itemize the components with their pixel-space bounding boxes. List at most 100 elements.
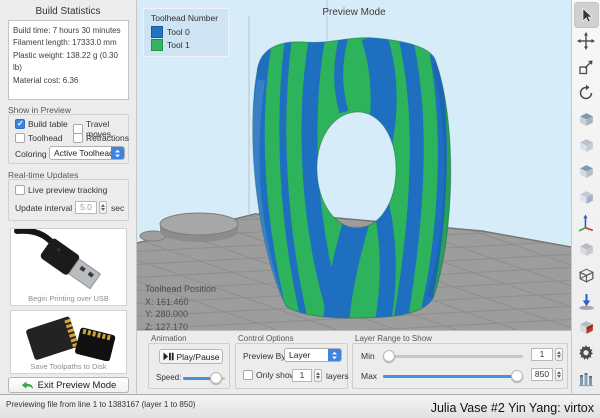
playback-controls-panel: Animation Play/Pause Speed: Control Opti…: [137, 330, 571, 394]
checkbox-live-preview-tracking[interactable]: Live preview tracking: [15, 185, 107, 195]
checkbox-icon[interactable]: [15, 185, 25, 195]
place-on-bed[interactable]: [574, 288, 599, 314]
checkbox-icon[interactable]: [15, 133, 25, 143]
status-bar: Previewing file from line 1 to 1383167 (…: [0, 394, 600, 418]
coloring-label: Coloring: [15, 149, 47, 159]
preview-by-dropdown[interactable]: Layer: [284, 348, 342, 362]
checkbox-icon[interactable]: [15, 119, 25, 129]
speed-label: Speed:: [156, 373, 181, 382]
min-layer-stepper[interactable]: [555, 348, 563, 361]
save-toolpaths-disk-button[interactable]: Save Toolpaths to Disk: [10, 310, 127, 374]
view-toolbar: [571, 0, 600, 394]
only-show-field[interactable]: 1: [292, 369, 312, 382]
checkbox-icon[interactable]: [73, 133, 83, 143]
checkbox-retractions[interactable]: Retractions: [73, 133, 129, 143]
move-view-tool[interactable]: [574, 28, 599, 54]
legend-item-tool1: Tool 1: [151, 39, 218, 51]
dropdown-arrows-icon: [328, 349, 341, 361]
update-interval-stepper[interactable]: [99, 201, 107, 214]
play-pause-label: Play/Pause: [177, 352, 220, 362]
sd-card-image: [11, 311, 126, 361]
axes-icon: [577, 214, 596, 233]
view-side[interactable]: [574, 184, 599, 210]
stat-build-time: Build time: 7 hours 30 minutes: [13, 25, 126, 37]
max-layer-field[interactable]: 850: [531, 368, 553, 381]
view-front[interactable]: [574, 132, 599, 158]
only-show-label: Only show: [256, 370, 296, 380]
rotate-view-tool[interactable]: [574, 80, 599, 106]
update-interval-field[interactable]: 5.0: [75, 201, 97, 214]
cursor-icon: [577, 6, 595, 24]
tool1-label: Tool 1: [167, 40, 190, 50]
max-slider-thumb[interactable]: [511, 370, 523, 382]
control-options-group: Preview By Layer Only show 1 layers: [235, 343, 348, 389]
settings[interactable]: [574, 340, 599, 366]
min-label: Min: [361, 351, 375, 361]
gear-icon: [577, 344, 595, 362]
toolhead-legend: Toolhead Number Tool 0 Tool 1: [143, 8, 229, 57]
toolhead-position-readout: Toolhead Position X: 161.460 Y: 280.000 …: [145, 283, 216, 330]
cross-section-icon: [577, 318, 596, 337]
speed-slider[interactable]: [183, 377, 225, 380]
support-structures[interactable]: [574, 366, 599, 392]
wireframe-render[interactable]: [574, 262, 599, 288]
checkbox-toolhead[interactable]: Toolhead: [15, 133, 63, 143]
tool0-color-swatch: [151, 26, 163, 38]
checkbox-label: Build table: [28, 119, 68, 129]
layer-range-group: Min 1 Max 850: [352, 343, 568, 389]
max-layer-stepper[interactable]: [555, 368, 563, 381]
max-label: Max: [361, 371, 377, 381]
legend-title: Toolhead Number: [151, 13, 218, 23]
checkbox-build-table[interactable]: Build table: [15, 119, 68, 129]
move-arrows-icon: [577, 32, 595, 50]
min-layer-slider[interactable]: [383, 355, 523, 358]
show-in-preview-group: Build table Travel moves Toolhead Retrac…: [8, 114, 129, 164]
coloring-value: Active Toolhead: [50, 148, 111, 158]
dropdown-arrows-icon: [111, 147, 124, 159]
stat-material-cost: Material cost: 6.36: [13, 75, 126, 87]
max-slider-fill: [383, 375, 517, 378]
view-top[interactable]: [574, 158, 599, 184]
view-iso[interactable]: [574, 106, 599, 132]
legend-item-tool0: Tool 0: [151, 26, 218, 38]
only-show-checkbox[interactable]: Only show: [243, 370, 296, 380]
play-pause-icon: [163, 352, 174, 361]
preview-3d-viewport[interactable]: Preview Mode Toolhead Number Tool 0 Tool…: [137, 0, 571, 330]
stat-plastic-weight: Plastic weight: 138.22 g (0.30 lb): [13, 50, 126, 75]
usb-button-label: Begin Printing over USB: [11, 294, 126, 303]
supports-icon: [577, 370, 595, 388]
cross-section[interactable]: [574, 314, 599, 340]
play-pause-button[interactable]: Play/Pause: [159, 349, 223, 364]
layer-range-group-label: Layer Range to Show: [355, 334, 432, 343]
solid-cube-icon: [577, 240, 596, 259]
speed-slider-thumb[interactable]: [210, 372, 222, 384]
preview-by-value: Layer: [285, 350, 328, 360]
usb-plug-image: [11, 229, 126, 291]
solid-render[interactable]: [574, 236, 599, 262]
only-show-stepper[interactable]: [314, 369, 322, 382]
toolhead-z: Z: 127.170: [145, 321, 216, 331]
begin-printing-usb-button[interactable]: Begin Printing over USB: [10, 228, 127, 306]
min-layer-field[interactable]: 1: [531, 348, 553, 361]
preview-by-label: Preview By: [243, 351, 286, 361]
max-layer-slider[interactable]: [383, 375, 523, 378]
scale-view-tool[interactable]: [574, 54, 599, 80]
stat-filament-length: Filament length: 17333.0 mm: [13, 37, 126, 49]
app-window: Build Statistics Build time: 7 hours 30 …: [0, 0, 600, 418]
build-statistics-panel: Build Statistics Build time: 7 hours 30 …: [0, 0, 137, 394]
exit-preview-mode-button[interactable]: Exit Preview Mode: [8, 377, 129, 393]
layers-label: layers: [326, 371, 349, 381]
realtime-updates-group: Live preview tracking Update interval 5.…: [8, 179, 129, 221]
min-slider-thumb[interactable]: [383, 350, 395, 362]
select-tool[interactable]: [574, 2, 599, 28]
toolhead-position-title: Toolhead Position: [145, 283, 216, 296]
animation-group: Play/Pause Speed:: [148, 343, 230, 389]
animation-group-label: Animation: [151, 334, 187, 343]
sd-button-label: Save Toolpaths to Disk: [11, 362, 126, 371]
exit-button-label: Exit Preview Mode: [38, 380, 117, 391]
checkbox-icon[interactable]: [243, 370, 253, 380]
cube-side-icon: [577, 188, 596, 207]
coloring-dropdown[interactable]: Active Toolhead: [49, 146, 125, 160]
coordinate-axes[interactable]: [574, 210, 599, 236]
rotate-icon: [577, 84, 595, 102]
